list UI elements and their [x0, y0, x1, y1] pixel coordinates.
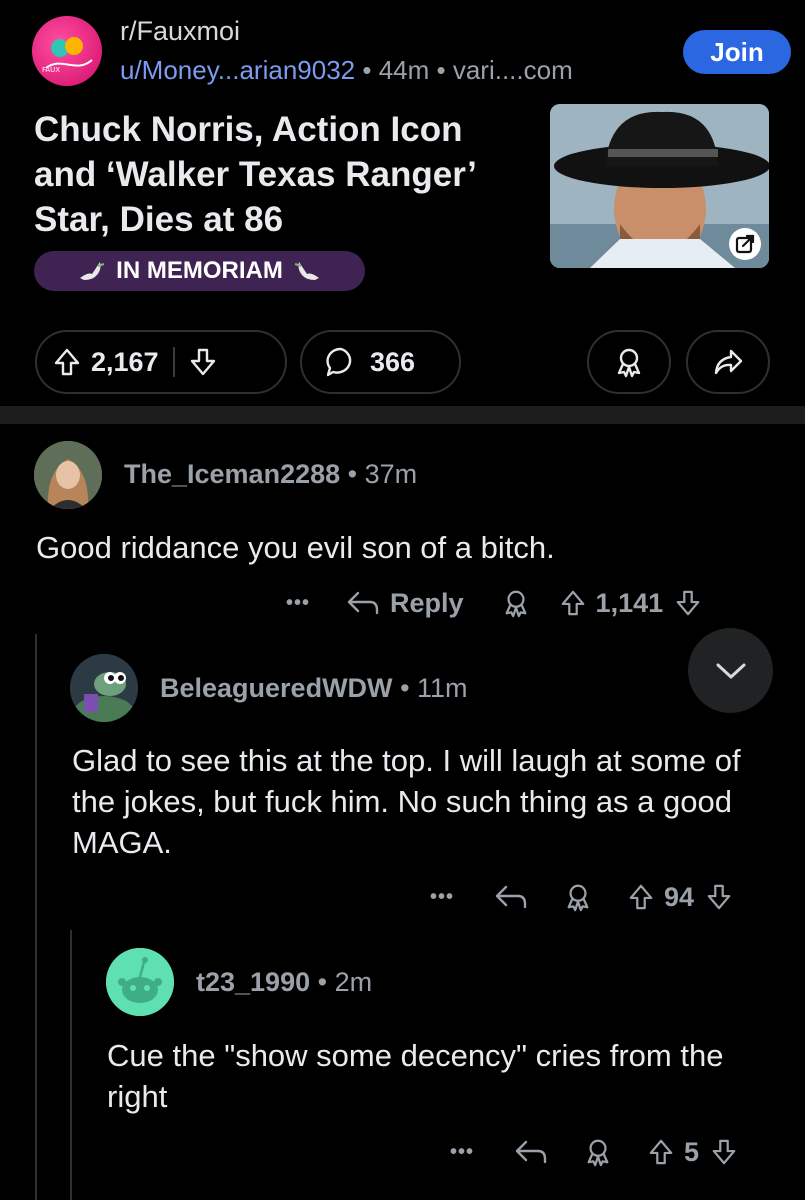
flair-label: IN MEMORIAM — [116, 257, 283, 284]
meta-separator: • — [400, 673, 418, 703]
comment-avatar[interactable] — [34, 441, 102, 509]
comment-score: 94 — [664, 881, 695, 912]
subreddit-avatar[interactable]: FAUX — [32, 16, 102, 86]
comment-actions: ••• 94 — [430, 876, 732, 918]
comment-actions: ••• Reply 1,141 — [286, 582, 701, 624]
comment-body: Cue the "show some decency" cries from t… — [107, 1038, 724, 1114]
post-title[interactable]: Chuck Norris, Action Icon and ‘Walker Te… — [34, 107, 534, 242]
comment-username[interactable]: The_Iceman2288 — [124, 459, 340, 489]
reply-icon[interactable] — [514, 1138, 548, 1166]
comment-avatar[interactable] — [70, 654, 138, 722]
comment-age: 2m — [334, 967, 373, 997]
reply-button[interactable]: Reply — [390, 588, 464, 619]
award-icon[interactable] — [584, 1137, 612, 1167]
post-author[interactable]: u/Money...arian9032 — [120, 55, 355, 85]
comment-age: 11m — [417, 673, 468, 703]
comment-age: 37m — [364, 459, 418, 489]
post-vote-pill: 2,167 — [35, 330, 287, 394]
dove-icon — [293, 258, 321, 284]
comment-body: Glad to see this at the top. I will laug… — [72, 743, 741, 860]
more-options-icon[interactable]: ••• — [430, 886, 454, 909]
more-options-icon[interactable]: ••• — [450, 1141, 474, 1164]
dove-icon — [78, 258, 106, 284]
reply-icon[interactable] — [494, 883, 528, 911]
vote-divider — [172, 347, 175, 377]
share-button[interactable] — [686, 330, 770, 394]
comment-meta: t23_1990 • 2m — [196, 967, 372, 998]
downvote-icon[interactable] — [711, 1138, 737, 1166]
comment-body: Good riddance you evil son of a bitch. — [36, 530, 555, 565]
post-meta: u/Money...arian9032 • 44m • vari....com — [120, 55, 573, 86]
upvote-icon[interactable] — [560, 589, 586, 617]
post-flair[interactable]: IN MEMORIAM — [34, 251, 365, 291]
subreddit-name[interactable]: r/Fauxmoi — [120, 16, 240, 47]
post-thumbnail[interactable] — [550, 104, 769, 268]
meta-separator: • — [362, 55, 379, 85]
meta-separator: • — [347, 459, 365, 489]
award-icon[interactable] — [564, 882, 592, 912]
comment-meta: The_Iceman2288 • 37m — [124, 459, 417, 490]
reply-icon[interactable] — [346, 589, 380, 617]
comment-count: 366 — [370, 346, 416, 377]
award-button[interactable] — [587, 330, 671, 394]
award-icon — [614, 346, 644, 378]
share-icon — [712, 347, 744, 377]
comment-meta: BeleagueredWDW • 11m — [160, 673, 468, 704]
downvote-icon[interactable] — [706, 883, 732, 911]
downvote-icon[interactable] — [675, 589, 701, 617]
join-button[interactable]: Join — [683, 30, 791, 74]
more-options-icon[interactable]: ••• — [286, 592, 310, 615]
external-link-icon — [729, 228, 761, 260]
thread-line[interactable] — [70, 930, 72, 1200]
section-divider — [0, 406, 805, 424]
comment-score: 5 — [684, 1136, 700, 1167]
subreddit-avatar-text: FAUX — [42, 66, 60, 74]
meta-separator: • — [317, 967, 335, 997]
chevron-down-icon — [714, 661, 748, 681]
post-age: 44m — [378, 55, 430, 85]
meta-separator: • — [436, 55, 453, 85]
post-domain[interactable]: vari....com — [453, 55, 573, 85]
comment-bubble-icon — [324, 345, 358, 379]
comment-actions: ••• 5 — [450, 1131, 737, 1173]
upvote-icon[interactable] — [53, 347, 81, 377]
comment-score: 1,141 — [595, 587, 664, 618]
upvote-icon[interactable] — [628, 883, 654, 911]
downvote-icon[interactable] — [189, 347, 217, 377]
thread-line[interactable] — [35, 634, 37, 1200]
comments-button[interactable]: 366 — [300, 330, 461, 394]
comment-avatar[interactable] — [106, 948, 174, 1016]
post-score: 2,167 — [91, 346, 159, 377]
award-icon[interactable] — [502, 588, 530, 618]
upvote-icon[interactable] — [648, 1138, 674, 1166]
collapse-thread-button[interactable] — [688, 628, 773, 713]
comment-username[interactable]: t23_1990 — [196, 967, 310, 997]
comment-username[interactable]: BeleagueredWDW — [160, 673, 393, 703]
